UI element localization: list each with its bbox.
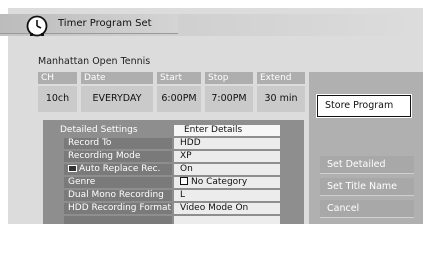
stop-field[interactable]: 7:00PM bbox=[205, 86, 253, 112]
start-header: Start bbox=[157, 72, 201, 84]
cancel-button[interactable]: Cancel bbox=[320, 200, 414, 218]
hdd-format-value[interactable]: Video Mode On bbox=[174, 203, 280, 214]
extend-header: Extend bbox=[257, 72, 305, 84]
checkbox-icon[interactable] bbox=[180, 177, 188, 185]
detailed-settings-heading: Detailed Settings bbox=[60, 125, 138, 135]
recording-mode-value[interactable]: XP bbox=[174, 151, 280, 162]
page-title: Timer Program Set bbox=[58, 18, 152, 29]
extend-field[interactable]: 30 min bbox=[257, 86, 305, 112]
auto-replace-label: Auto Replace Rec. bbox=[64, 164, 172, 175]
store-program-button[interactable]: Store Program bbox=[316, 94, 412, 118]
auto-replace-label-text: Auto Replace Rec. bbox=[79, 164, 161, 174]
date-field[interactable]: EVERYDAY bbox=[81, 86, 153, 112]
genre-value[interactable]: No Category bbox=[174, 177, 280, 188]
ch-header: CH bbox=[38, 72, 77, 84]
record-to-label: Record To bbox=[64, 138, 172, 149]
genre-value-text: No Category bbox=[191, 177, 248, 187]
enter-details-button[interactable]: Enter Details bbox=[174, 125, 280, 136]
start-field[interactable]: 6:00PM bbox=[157, 86, 201, 112]
auto-replace-icon bbox=[68, 165, 77, 172]
stop-header: Stop bbox=[205, 72, 253, 84]
empty-row-label bbox=[64, 216, 172, 224]
genre-label: Genre bbox=[64, 177, 172, 188]
record-to-value[interactable]: HDD bbox=[174, 138, 280, 149]
hdd-format-label: HDD Recording Format bbox=[64, 203, 172, 214]
recording-mode-label: Recording Mode bbox=[64, 151, 172, 162]
clock-icon bbox=[26, 15, 48, 37]
dual-mono-label: Dual Mono Recording bbox=[64, 190, 172, 201]
date-header: Date bbox=[81, 72, 153, 84]
ch-field[interactable]: 10ch bbox=[38, 86, 77, 112]
set-detailed-button[interactable]: Set Detailed bbox=[320, 156, 414, 174]
empty-row-value bbox=[174, 216, 280, 224]
program-name: Manhattan Open Tennis bbox=[38, 56, 151, 67]
dual-mono-value[interactable]: L bbox=[174, 190, 280, 201]
set-title-name-button[interactable]: Set Title Name bbox=[320, 178, 414, 196]
auto-replace-value[interactable]: On bbox=[174, 164, 280, 175]
